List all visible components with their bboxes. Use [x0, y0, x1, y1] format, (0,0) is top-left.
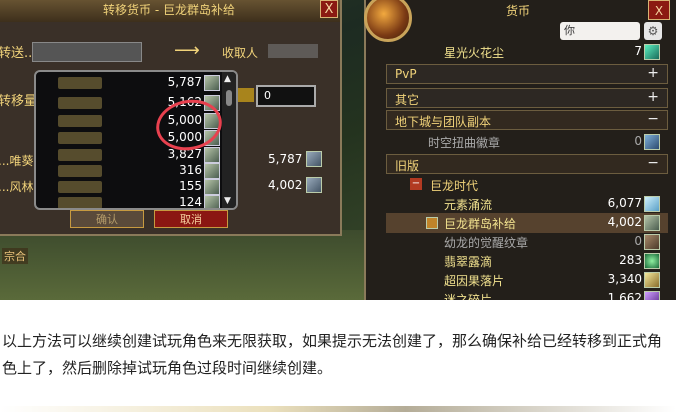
currency-name: 迷之碎片	[444, 293, 493, 300]
currency-row[interactable]: 时空扭曲徽章 0	[386, 132, 668, 152]
dropdown-amount: 5,787	[167, 75, 202, 89]
currency-name: 星光火花尘	[444, 46, 505, 60]
row-label-1: ...唯葵	[0, 154, 34, 168]
supplies-icon	[204, 195, 220, 208]
transfer-close-button[interactable]: X	[320, 0, 338, 18]
subcategory-dragonflight[interactable]: − 巨龙时代	[406, 176, 646, 194]
game-screenshot: 转移货币 - 巨龙群岛补给 X 转送... ⟶ 收取人 转移量 0 ...唯葵 …	[0, 0, 676, 300]
next-image-edge	[0, 406, 676, 412]
character-name-blurred	[58, 181, 102, 193]
collapse-icon: −	[410, 178, 422, 190]
category-label: 地下城与团队副本	[395, 115, 492, 129]
row-label-2: ...风林	[0, 180, 34, 194]
expand-icon: +	[647, 65, 659, 81]
supplies-icon	[204, 163, 220, 179]
from-label: 转送...	[0, 46, 37, 61]
currency-panel-title: 货币	[506, 4, 531, 18]
bottom-tab-label: 宗合	[2, 248, 28, 264]
dropdown-amount: 155	[179, 179, 202, 193]
scroll-thumb[interactable]	[226, 90, 232, 106]
subcategory-label: 巨龙时代	[430, 179, 479, 193]
currency-row[interactable]: 迷之碎片 1,662	[386, 289, 668, 300]
expand-icon: +	[647, 89, 659, 105]
paracausal-flakes-icon	[644, 272, 660, 288]
elemental-overflow-icon	[644, 196, 660, 212]
category-label: 其它	[395, 93, 420, 107]
confirm-button[interactable]: 确认	[70, 210, 144, 228]
whelpling-crest-icon	[644, 234, 660, 250]
supplies-icon	[306, 177, 322, 193]
mysterious-fragment-icon	[644, 291, 660, 300]
timewarped-badge-icon	[644, 134, 660, 150]
dropdown-item[interactable]: 5,787	[36, 74, 232, 92]
currency-row-selected[interactable]: 巨龙群岛补给 4,002	[386, 213, 668, 233]
currency-row[interactable]: 超因果落片 3,340	[386, 270, 668, 290]
category-label: PvP	[395, 67, 417, 81]
category-dungeons[interactable]: 地下城与团队副本 −	[386, 110, 668, 130]
category-legacy[interactable]: 旧版 −	[386, 154, 668, 174]
row-amount-1: 5,787	[268, 152, 303, 166]
selected-marker-icon	[426, 217, 438, 229]
character-name-blurred	[58, 77, 102, 89]
cancel-button[interactable]: 取消	[154, 210, 228, 228]
category-other[interactable]: 其它 +	[386, 88, 668, 108]
currency-row[interactable]: 翡翠露滴 283	[386, 251, 668, 271]
dropdown-amount: 124	[179, 195, 202, 209]
currency-row[interactable]: 幼龙的觉醒纹章 0	[386, 232, 668, 252]
receiver-name-blurred	[268, 44, 318, 58]
currency-amount: 4,002	[607, 215, 642, 229]
character-name-blurred	[58, 149, 102, 161]
supplies-icon	[204, 179, 220, 195]
currency-name: 翡翠露滴	[444, 255, 493, 269]
currency-amount: 283	[619, 253, 642, 267]
currency-amount: 0	[634, 134, 642, 148]
supplies-icon	[204, 147, 220, 163]
currency-close-button[interactable]: X	[648, 0, 670, 20]
collapse-icon: −	[647, 111, 659, 127]
collapse-icon: −	[647, 155, 659, 171]
character-name-blurred	[58, 97, 102, 109]
currency-name: 巨龙群岛补给	[444, 217, 517, 231]
character-name-blurred	[58, 115, 102, 127]
arrow-icon: ⟶	[174, 40, 200, 61]
currency-amount: 1,662	[607, 291, 642, 300]
source-character-select[interactable]	[32, 42, 142, 62]
amount-input[interactable]: 0	[256, 85, 316, 107]
currency-amount: 3,340	[607, 272, 642, 286]
supplies-icon	[306, 151, 322, 167]
stardust-icon	[644, 44, 660, 60]
currency-row[interactable]: 星光火花尘 7	[386, 42, 668, 62]
dropdown-amount: 316	[179, 163, 202, 177]
currency-search-input[interactable]: 你	[560, 22, 640, 40]
currency-name: 幼龙的觉醒纹章	[444, 236, 529, 250]
currency-name: 元素涌流	[444, 198, 493, 212]
dropdown-scrollbar[interactable]: ▲ ▼	[222, 72, 236, 208]
scroll-up-icon[interactable]: ▲	[224, 74, 231, 84]
category-label: 旧版	[395, 159, 420, 173]
currency-amount: 7	[634, 44, 642, 58]
emerald-dewdrop-icon	[644, 253, 660, 269]
row-amount-2: 4,002	[268, 178, 303, 192]
character-name-blurred	[58, 132, 102, 144]
receiver-label: 收取人	[222, 46, 259, 60]
article-paragraph: 以上方法可以继续创建试玩角色来无限获取，如果提示无法创建了，那么确保补给已经转移…	[2, 332, 663, 377]
currency-panel: 货币 X 你 ⚙ 星光火花尘 7 PvP + 其它 + 地下城与团队副本 − 时…	[364, 0, 676, 300]
currency-amount: 0	[634, 234, 642, 248]
gear-icon[interactable]: ⚙	[644, 22, 662, 40]
currency-name: 超因果落片	[444, 274, 505, 288]
transfer-window-title: 转移货币 - 巨龙群岛补给	[0, 0, 340, 22]
amount-label: 转移量	[0, 94, 38, 109]
currency-row[interactable]: 元素涌流 6,077	[386, 194, 668, 214]
max-amount-button[interactable]	[236, 88, 254, 102]
currency-amount: 6,077	[607, 196, 642, 210]
scroll-down-icon[interactable]: ▼	[224, 196, 231, 206]
category-pvp[interactable]: PvP +	[386, 64, 668, 84]
dropdown-item[interactable]: 124	[36, 194, 232, 209]
supplies-icon	[644, 215, 660, 231]
currency-name: 时空扭曲徽章	[428, 136, 501, 150]
character-name-blurred	[58, 197, 102, 208]
character-name-blurred	[58, 165, 102, 177]
supplies-icon	[204, 75, 220, 91]
